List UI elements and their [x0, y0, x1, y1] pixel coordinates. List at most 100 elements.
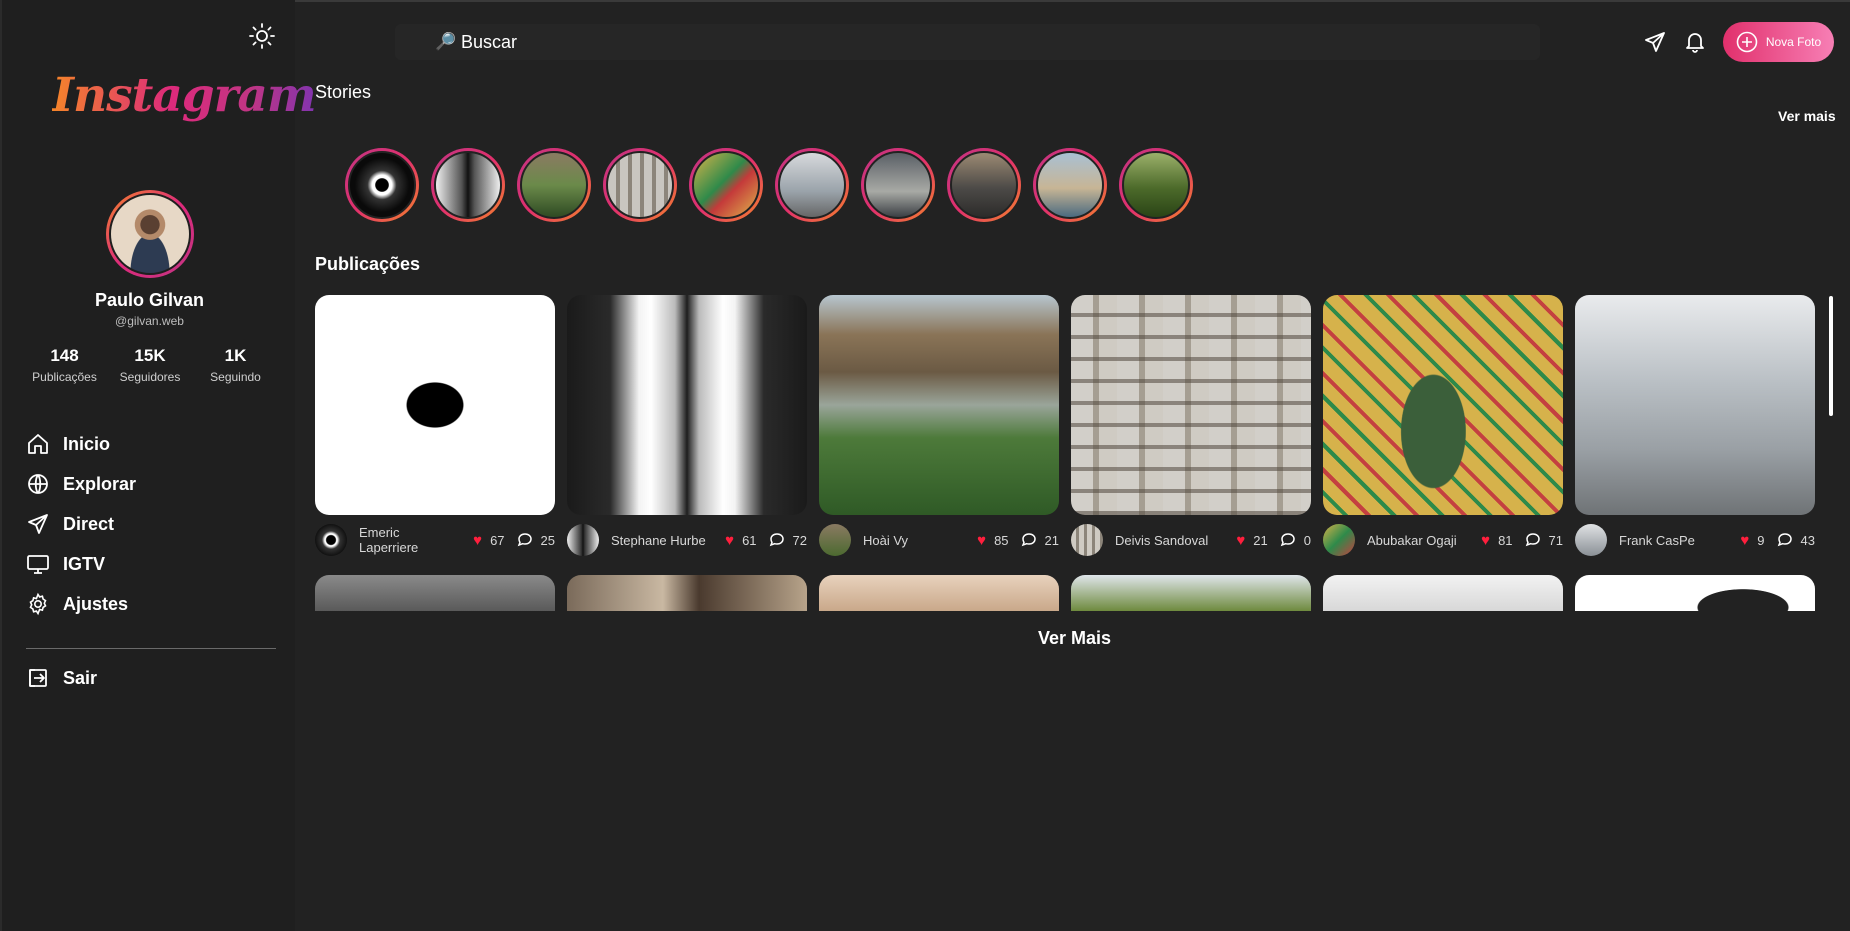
logout-button[interactable]: Sair [26, 658, 97, 698]
post-meta: Abubakar Ogaji ♥ 81 71 [1323, 521, 1563, 559]
author-avatar[interactable] [315, 524, 347, 556]
nav-item-inicio[interactable]: Inicio [26, 424, 136, 464]
posts-grid: Emeric Laperriere ♥ 67 25 Stephane Hurbe… [315, 295, 1815, 615]
post-image[interactable] [315, 295, 555, 515]
instagram-logo[interactable]: Instagram [52, 68, 317, 123]
post-author[interactable]: Deivis Sandoval [1115, 533, 1215, 548]
author-avatar[interactable] [819, 524, 851, 556]
nav-item-label: Direct [63, 513, 115, 534]
stat-value: 1K [224, 346, 247, 365]
comment-icon[interactable] [1525, 532, 1541, 548]
stat-seguindo[interactable]: 1K Seguindo [193, 346, 278, 384]
direct-send-icon[interactable] [1643, 30, 1667, 59]
posts-title: Publicações [315, 254, 421, 274]
profile-name: Paulo Gilvan [94, 290, 205, 310]
heart-icon[interactable]: ♥ [725, 532, 734, 549]
posts-see-more-button[interactable]: Ver Mais [1038, 628, 1111, 649]
search-icon: 🔎 [435, 32, 457, 51]
author-avatar[interactable] [1575, 524, 1607, 556]
post-image[interactable] [567, 575, 807, 611]
nav-item-explorar[interactable]: Explorar [26, 464, 136, 504]
post-image[interactable] [1323, 575, 1563, 611]
post-image[interactable] [1575, 575, 1815, 611]
post-card: Abubakar Ogaji ♥ 81 71 [1323, 295, 1563, 563]
post-card: Hoài Vy ♥ 85 21 [819, 295, 1059, 563]
post-stats: ♥ 9 43 [1740, 532, 1815, 549]
author-avatar[interactable] [1071, 524, 1103, 556]
post-card [819, 575, 1059, 615]
new-photo-label: Nova Foto [1765, 35, 1822, 49]
story-item[interactable] [689, 148, 763, 222]
story-item[interactable] [517, 148, 591, 222]
nav-item-label: IGTV [63, 553, 106, 574]
nav-item-igtv[interactable]: IGTV [26, 544, 136, 584]
comment-icon[interactable] [769, 532, 785, 548]
story-item[interactable] [775, 148, 849, 222]
post-author[interactable]: Frank CasPe [1619, 533, 1719, 548]
new-photo-button[interactable]: Nova Foto [1723, 22, 1834, 62]
heart-icon[interactable]: ♥ [1236, 532, 1245, 549]
stories-title: Stories [315, 82, 372, 102]
posts-scrollbar[interactable] [1829, 296, 1833, 416]
heart-icon[interactable]: ♥ [1481, 532, 1490, 549]
post-card: Emeric Laperriere ♥ 67 25 [315, 295, 555, 563]
post-card [1071, 575, 1311, 615]
post-image[interactable] [819, 295, 1059, 515]
story-item[interactable] [1033, 148, 1107, 222]
story-item[interactable] [947, 148, 1021, 222]
story-item[interactable] [603, 148, 677, 222]
nav-item-ajustes[interactable]: Ajustes [26, 584, 136, 624]
notifications-bell-icon[interactable] [1685, 31, 1705, 58]
send-icon [28, 514, 48, 534]
post-image[interactable] [1323, 295, 1563, 515]
plus-circle-icon [1736, 31, 1758, 53]
stat-label: Seguindo [210, 370, 261, 384]
post-image[interactable] [819, 575, 1059, 611]
post-meta: Deivis Sandoval ♥ 21 0 [1071, 521, 1311, 559]
avatar-image [109, 193, 191, 275]
stat-value: 148 [50, 346, 79, 365]
post-image[interactable] [1071, 295, 1311, 515]
post-author[interactable]: Stephane Hurbe [611, 533, 711, 548]
comment-icon[interactable] [1021, 532, 1037, 548]
post-stats: ♥ 81 71 [1481, 532, 1563, 549]
search-input[interactable] [435, 31, 1035, 53]
post-author[interactable]: Emeric Laperriere [359, 525, 459, 555]
post-author[interactable]: Abubakar Ogaji [1367, 533, 1467, 548]
author-avatar[interactable] [1323, 524, 1355, 556]
story-item[interactable] [1119, 148, 1193, 222]
nav-item-direct[interactable]: Direct [26, 504, 136, 544]
stories-see-more-link[interactable]: Ver mais [1778, 108, 1836, 124]
stat-publicacoes[interactable]: 148 Publicações [22, 346, 107, 384]
likes-count: 85 [994, 532, 1009, 548]
comment-icon[interactable] [1777, 532, 1793, 548]
post-image[interactable] [1575, 295, 1815, 515]
stat-seguidores[interactable]: 15K Seguidores [108, 346, 193, 384]
heart-icon[interactable]: ♥ [977, 532, 986, 549]
likes-count: 81 [1498, 532, 1513, 548]
comment-icon[interactable] [1280, 532, 1296, 548]
post-stats: ♥ 21 0 [1236, 532, 1311, 549]
profile-avatar[interactable] [106, 190, 194, 278]
comment-icon[interactable] [517, 532, 533, 548]
likes-count: 67 [490, 532, 505, 548]
heart-icon[interactable]: ♥ [473, 532, 482, 549]
story-item[interactable] [345, 148, 419, 222]
author-avatar[interactable] [567, 524, 599, 556]
nav-divider [26, 648, 276, 649]
story-item[interactable] [431, 148, 505, 222]
post-card [1575, 575, 1815, 615]
comments-count: 43 [1800, 532, 1815, 548]
post-meta: Hoài Vy ♥ 85 21 [819, 521, 1059, 559]
heart-icon[interactable]: ♥ [1740, 532, 1749, 549]
story-item[interactable] [861, 148, 935, 222]
gear-icon [29, 592, 47, 616]
post-image[interactable] [315, 575, 555, 611]
post-image[interactable] [1071, 575, 1311, 611]
post-author[interactable]: Hoài Vy [863, 533, 963, 548]
post-image[interactable] [567, 295, 807, 515]
stat-value: 15K [134, 346, 166, 365]
main-nav: Inicio Explorar Direct IGTV Ajustes [26, 424, 136, 624]
theme-toggle-sun-icon[interactable] [248, 22, 276, 50]
post-meta: Emeric Laperriere ♥ 67 25 [315, 521, 555, 559]
